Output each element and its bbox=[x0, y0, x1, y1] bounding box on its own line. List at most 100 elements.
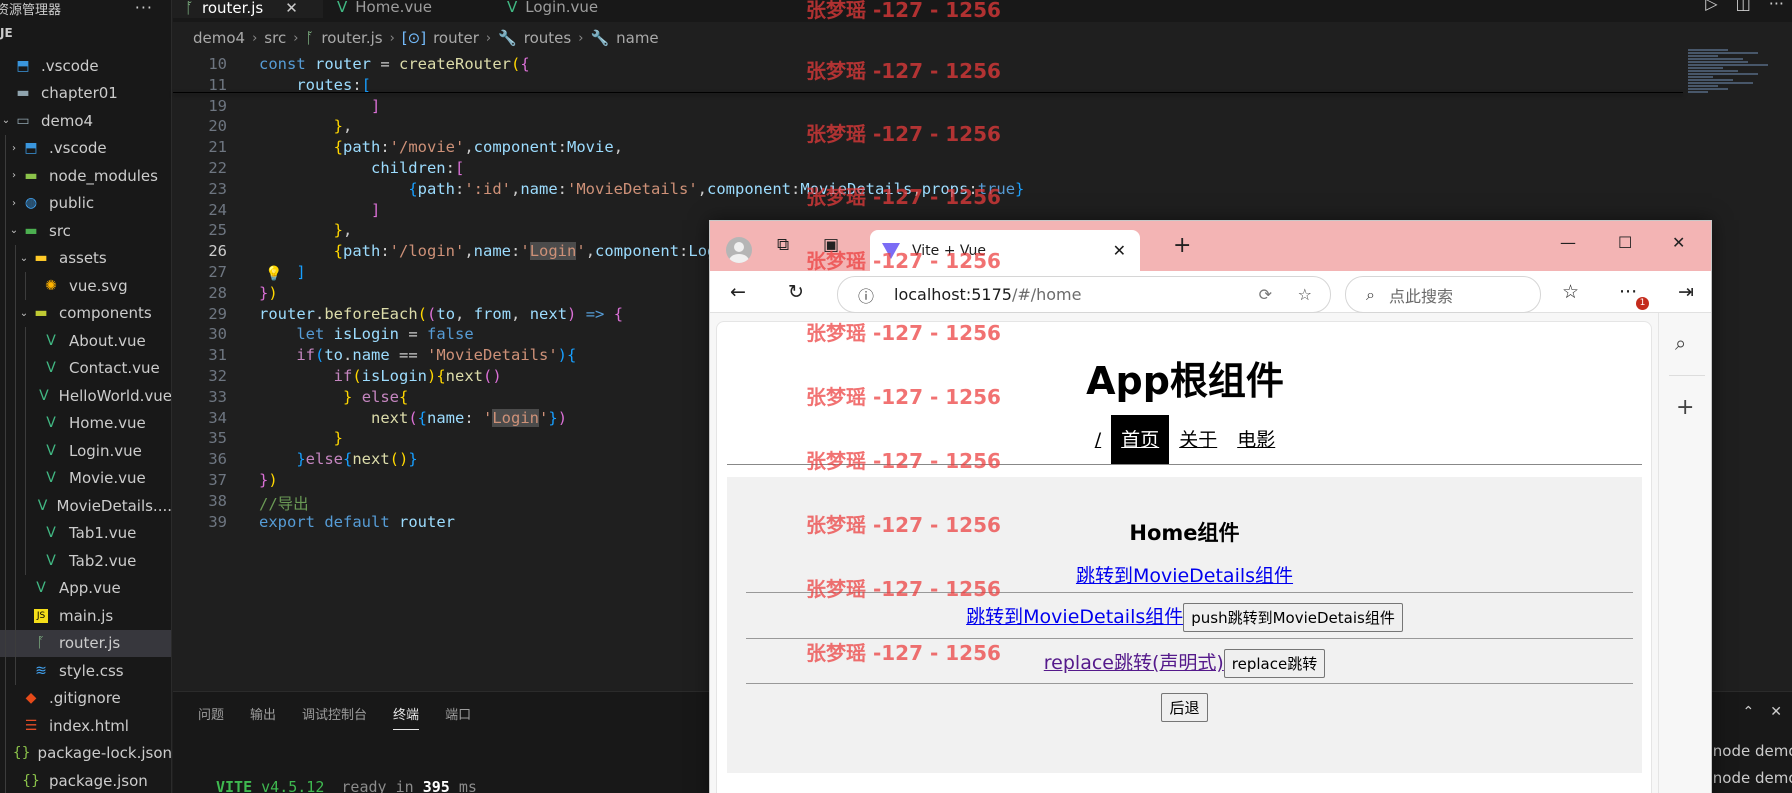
more-icon[interactable]: ··· bbox=[1769, 0, 1784, 13]
terminal-node-2[interactable]: › node demo bbox=[1702, 769, 1792, 787]
tree-item[interactable]: ⬒ .vscode bbox=[0, 52, 171, 80]
code-line[interactable]: next({name: 'Login'}) bbox=[259, 408, 567, 427]
code-line[interactable]: ] bbox=[259, 201, 380, 219]
terminal-node[interactable]: › node demo bbox=[1702, 742, 1792, 760]
new-tab-icon[interactable]: + bbox=[1173, 233, 1191, 258]
nav-link-movie[interactable]: 电影 bbox=[1227, 415, 1285, 465]
tree-item[interactable]: V Login.vue bbox=[0, 437, 171, 465]
sidebar-toggle-icon[interactable]: ⇥ bbox=[1678, 281, 1694, 303]
chevron-down-icon[interactable]: ⌄ bbox=[8, 225, 20, 236]
chevron-right-icon[interactable]: › bbox=[8, 198, 20, 209]
workspaces-icon[interactable]: ⧉ bbox=[777, 235, 789, 255]
tree-item[interactable]: V Movie.vue bbox=[0, 464, 171, 492]
tree-item[interactable]: {} package.json bbox=[0, 767, 171, 793]
tab-ports[interactable]: 端口 bbox=[445, 704, 471, 730]
run-icon[interactable]: ▷ bbox=[1705, 0, 1717, 13]
tree-item[interactable]: ▬ chapter01 bbox=[0, 80, 171, 108]
replace-link[interactable]: replace跳转(声明式) bbox=[1044, 652, 1224, 674]
breadcrumb-item[interactable]: src bbox=[264, 29, 286, 47]
chevron-down-icon[interactable]: ⌄ bbox=[0, 115, 12, 126]
close-icon[interactable]: ✕ bbox=[1770, 704, 1782, 720]
tree-item[interactable]: V HelloWorld.vue bbox=[0, 382, 171, 410]
code-line[interactable]: }else{next()} bbox=[259, 450, 417, 468]
breadcrumb-item[interactable]: routes bbox=[524, 29, 571, 47]
minimap[interactable] bbox=[1688, 48, 1776, 138]
code-line[interactable]: children:[ bbox=[259, 159, 464, 177]
code-line[interactable]: ] bbox=[259, 97, 380, 115]
tree-item[interactable]: V About.vue bbox=[0, 327, 171, 355]
nav-link-about[interactable]: 关于 bbox=[1169, 415, 1227, 465]
push-button[interactable]: push跳转到MovieDetais组件 bbox=[1183, 603, 1403, 632]
code-line[interactable]: } bbox=[259, 429, 343, 447]
nav-link-root[interactable]: / bbox=[1085, 415, 1111, 465]
back-icon[interactable]: ← bbox=[730, 281, 746, 303]
tree-item[interactable]: ⌄ ▬ assets bbox=[0, 244, 171, 272]
tree-item[interactable]: ᚪ router.js bbox=[0, 629, 171, 657]
split-editor-icon[interactable]: ◫ bbox=[1736, 0, 1751, 13]
search-box[interactable]: ⌕ 点此搜索 bbox=[1345, 276, 1541, 313]
code-line[interactable]: export default router bbox=[259, 513, 455, 531]
tab-terminal[interactable]: 终端 bbox=[393, 704, 420, 730]
lightbulb-icon[interactable]: 💡 bbox=[265, 266, 282, 282]
tree-item[interactable]: V Tab1.vue bbox=[0, 519, 171, 547]
code-line[interactable]: router.beforeEach((to, from, next) => { bbox=[259, 305, 623, 323]
code-line[interactable]: {path:'/login',name:'Login',component:Lo… bbox=[259, 242, 744, 261]
tree-item[interactable]: V Tab2.vue bbox=[0, 547, 171, 575]
tree-item[interactable]: {} package-lock.json bbox=[0, 739, 171, 767]
code-line[interactable]: //导出 bbox=[259, 492, 309, 514]
code-line[interactable]: } else{ bbox=[259, 388, 408, 406]
breadcrumb-item[interactable]: name bbox=[616, 29, 659, 47]
refresh-icon[interactable]: ↻ bbox=[788, 281, 804, 303]
profile-avatar[interactable] bbox=[726, 237, 752, 263]
close-window-icon[interactable]: ✕ bbox=[1672, 233, 1685, 252]
tree-item[interactable]: ☰ index.html bbox=[0, 712, 171, 740]
workspace-section-label[interactable]: JE bbox=[0, 26, 13, 40]
tab-actions-icon[interactable]: ▣ bbox=[823, 235, 839, 255]
breadcrumb-item[interactable]: router.js bbox=[321, 29, 382, 47]
favorites-icon[interactable]: ☆ bbox=[1562, 281, 1579, 303]
replace-button[interactable]: replace跳转 bbox=[1223, 649, 1326, 678]
movie-details-link-2[interactable]: 跳转到MovieDetails组件 bbox=[966, 606, 1183, 628]
code-line[interactable]: }) bbox=[259, 471, 278, 489]
tree-item[interactable]: ◆ .gitignore bbox=[0, 684, 171, 712]
chevron-down-icon[interactable]: ⌄ bbox=[18, 308, 30, 319]
tree-item[interactable]: V Home.vue bbox=[0, 409, 171, 437]
tab-debug-console[interactable]: 调试控制台 bbox=[302, 704, 367, 730]
tree-item[interactable]: ≋ style.css bbox=[0, 657, 171, 685]
info-icon[interactable]: ⓘ bbox=[858, 283, 874, 307]
code-line[interactable]: const router = createRouter({ bbox=[259, 55, 530, 73]
address-bar[interactable]: ⓘ localhost:5175/#/home ⟳ ☆ bbox=[837, 276, 1331, 313]
nav-link-home[interactable]: 首页 bbox=[1111, 415, 1170, 465]
code-line[interactable]: if(to.name == 'MovieDetails'){ bbox=[259, 346, 576, 364]
chevron-up-icon[interactable]: ⌃ bbox=[1743, 704, 1755, 720]
close-icon[interactable]: ✕ bbox=[285, 0, 298, 17]
code-line[interactable]: if(isLogin){next() bbox=[259, 367, 502, 385]
chevron-right-icon[interactable]: › bbox=[8, 170, 20, 181]
browser-tab[interactable]: Vite + Vue ✕ bbox=[870, 230, 1140, 271]
reader-icon[interactable]: ⟳ bbox=[1259, 285, 1272, 304]
maximize-icon[interactable]: ☐ bbox=[1618, 233, 1632, 252]
movie-details-link[interactable]: 跳转到MovieDetails组件 bbox=[1076, 565, 1293, 587]
add-icon[interactable]: + bbox=[1676, 395, 1694, 420]
code-line[interactable]: }, bbox=[259, 117, 353, 135]
tree-item[interactable]: JS main.js bbox=[0, 602, 171, 630]
tree-item[interactable]: ⌄ ▬ src bbox=[0, 217, 171, 245]
favorite-star-icon[interactable]: ☆ bbox=[1298, 285, 1312, 304]
tab-home-vue[interactable]: V Home.vue bbox=[325, 0, 493, 18]
tree-item[interactable]: V Contact.vue bbox=[0, 354, 171, 382]
tree-item[interactable]: ⌄ ▬ components bbox=[0, 299, 171, 327]
code-line[interactable]: }, bbox=[259, 221, 353, 239]
tree-item[interactable]: V App.vue bbox=[0, 574, 171, 602]
tree-item[interactable]: ⌄ ▭ demo4 bbox=[0, 107, 171, 135]
breadcrumb-item[interactable]: demo4 bbox=[193, 29, 245, 47]
chevron-down-icon[interactable]: ⌄ bbox=[18, 253, 30, 264]
settings-more-icon[interactable]: ··· bbox=[1619, 281, 1637, 303]
tree-item[interactable]: › ▬ node_modules bbox=[0, 162, 171, 190]
more-actions-icon[interactable]: ··· bbox=[135, 0, 153, 17]
tab-login-vue[interactable]: V Login.vue bbox=[495, 0, 663, 18]
tree-item[interactable]: › ⬒ .vscode bbox=[0, 134, 171, 162]
search-icon[interactable]: ⌕ bbox=[1675, 331, 1686, 355]
tab-output[interactable]: 输出 bbox=[250, 704, 276, 730]
tree-item[interactable]: V MovieDetails.... bbox=[0, 492, 171, 520]
tab-problems[interactable]: 问题 bbox=[198, 704, 224, 730]
